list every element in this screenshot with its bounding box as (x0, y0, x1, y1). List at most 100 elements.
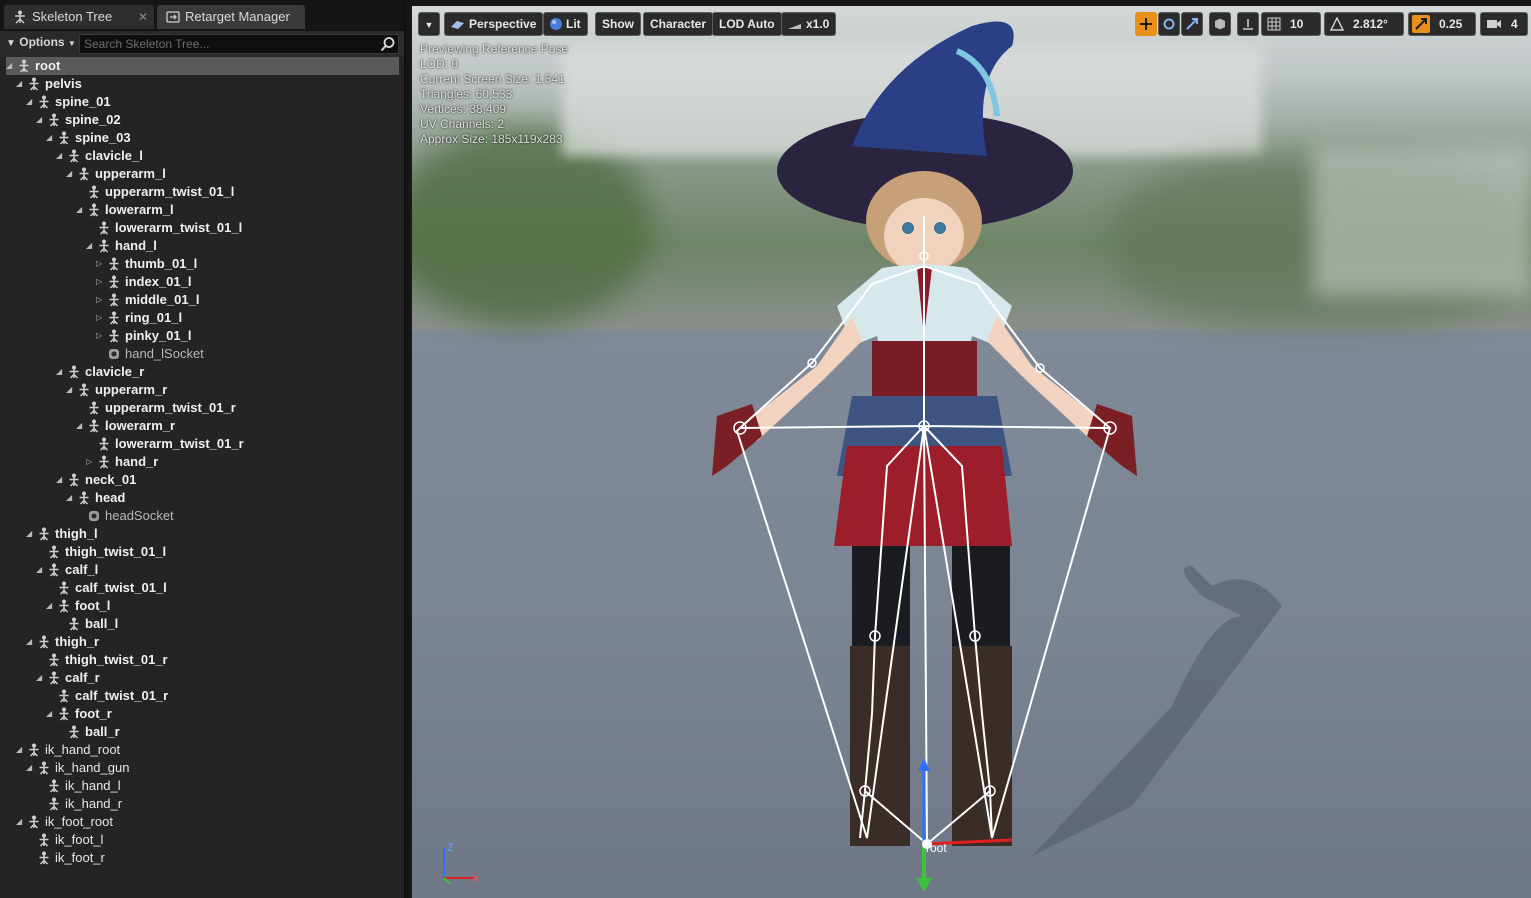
bone-tree-row[interactable]: ball_l (6, 615, 399, 633)
bone-tree-row[interactable]: ball_r (6, 723, 399, 741)
surface-snap-button[interactable] (1237, 12, 1259, 36)
bone-tree-row[interactable]: ▷ thumb_01_l (6, 255, 399, 273)
collapse-arrow-icon[interactable]: ◢ (66, 489, 76, 507)
collapse-arrow-icon[interactable]: ◢ (36, 669, 46, 687)
bone-tree-row[interactable]: ◢ neck_01 (6, 471, 399, 489)
bone-tree-row[interactable]: ◢ ik_hand_gun (6, 759, 399, 777)
scale-mode-button[interactable] (1181, 12, 1203, 36)
collapse-arrow-icon[interactable]: ◢ (26, 759, 36, 777)
bone-tree-row[interactable]: ◢ foot_l (6, 597, 399, 615)
bone-tree-row[interactable]: ◢ calf_r (6, 669, 399, 687)
bone-tree-row[interactable]: ◢ thigh_l (6, 525, 399, 543)
bone-tree-row[interactable]: ▷ index_01_l (6, 273, 399, 291)
bone-icon (87, 419, 101, 433)
collapse-arrow-icon[interactable]: ◢ (26, 633, 36, 651)
rotate-mode-button[interactable] (1158, 12, 1180, 36)
bone-tree-row[interactable]: upperarm_twist_01_l (6, 183, 399, 201)
bone-tree-row[interactable]: lowerarm_twist_01_r (6, 435, 399, 453)
collapse-arrow-icon[interactable]: ◢ (16, 813, 26, 831)
bone-tree-row[interactable]: ◢ thigh_r (6, 633, 399, 651)
rotation-snap-button[interactable]: 2.812° (1324, 12, 1404, 36)
lit-button[interactable]: Lit (543, 12, 588, 36)
grid-snap-button[interactable]: 10 (1261, 12, 1321, 36)
tab-retarget-manager[interactable]: Retarget Manager (157, 5, 305, 29)
bone-tree-row[interactable]: ◢ spine_03 (6, 129, 399, 147)
collapse-arrow-icon[interactable]: ◢ (56, 363, 66, 381)
collapse-arrow-icon[interactable]: ◢ (66, 165, 76, 183)
collapse-arrow-icon[interactable]: ◢ (56, 147, 66, 165)
bone-name-label: index_01_l (125, 274, 192, 289)
close-tab-icon[interactable]: ✕ (138, 5, 148, 29)
bone-tree-row[interactable]: headSocket (6, 507, 399, 525)
bone-tree-row[interactable]: ◢ ik_foot_root (6, 813, 399, 831)
bone-tree-row[interactable]: ◢ ik_hand_root (6, 741, 399, 759)
bone-tree-row[interactable]: ▷ hand_r (6, 453, 399, 471)
scale-snap-button[interactable]: 0.25 (1408, 12, 1476, 36)
character-button[interactable]: Character (643, 12, 714, 36)
collapse-arrow-icon[interactable]: ◢ (16, 75, 26, 93)
collapse-arrow-icon[interactable]: ◢ (56, 471, 66, 489)
collapse-arrow-icon[interactable]: ◢ (46, 705, 56, 723)
collapse-arrow-icon[interactable]: ◢ (76, 417, 86, 435)
expand-arrow-icon[interactable]: ▷ (96, 327, 106, 345)
collapse-arrow-icon[interactable]: ◢ (26, 525, 36, 543)
perspective-label: Perspective (469, 17, 537, 31)
bone-tree-row[interactable]: calf_twist_01_r (6, 687, 399, 705)
bone-tree-row[interactable]: calf_twist_01_l (6, 579, 399, 597)
viewport-menu-button[interactable]: ▼ (418, 12, 440, 36)
expand-arrow-icon[interactable]: ▷ (96, 291, 106, 309)
bone-tree-row[interactable]: ◢ clavicle_l (6, 147, 399, 165)
collapse-arrow-icon[interactable]: ◢ (6, 57, 16, 75)
bone-tree-row[interactable]: ◢ head (6, 489, 399, 507)
bone-tree-row[interactable]: ik_foot_r (6, 849, 399, 867)
bone-tree-row[interactable]: ◢ pelvis (6, 75, 399, 93)
bone-tree-row[interactable]: ◢ lowerarm_l (6, 201, 399, 219)
collapse-arrow-icon[interactable]: ◢ (46, 129, 56, 147)
collapse-arrow-icon[interactable]: ◢ (36, 561, 46, 579)
bone-tree-row[interactable]: lowerarm_twist_01_l (6, 219, 399, 237)
bone-tree-row[interactable]: ▷ ring_01_l (6, 309, 399, 327)
options-button[interactable]: ▼ Options ▼ (6, 35, 76, 49)
bone-tree-row[interactable]: ik_foot_l (6, 831, 399, 849)
bone-tree-row[interactable]: ◢ calf_l (6, 561, 399, 579)
bone-tree-row[interactable]: thigh_twist_01_r (6, 651, 399, 669)
bone-tree-row[interactable]: ◢ spine_02 (6, 111, 399, 129)
search-input[interactable] (80, 35, 374, 53)
bone-tree-row[interactable]: ◢ hand_l (6, 237, 399, 255)
bone-tree-row[interactable]: ◢ lowerarm_r (6, 417, 399, 435)
lod-button[interactable]: LOD Auto (712, 12, 782, 36)
bone-tree-row[interactable]: ◢ spine_01 (6, 93, 399, 111)
bone-tree-row[interactable]: upperarm_twist_01_r (6, 399, 399, 417)
bone-tree-row[interactable]: ◢ upperarm_r (6, 381, 399, 399)
bone-tree-row[interactable]: ◢ foot_r (6, 705, 399, 723)
speed-button[interactable]: x1.0 (781, 12, 837, 36)
collapse-arrow-icon[interactable]: ◢ (36, 111, 46, 129)
search-icon[interactable] (380, 36, 396, 52)
collapse-arrow-icon[interactable]: ◢ (86, 237, 96, 255)
bone-tree-row[interactable]: ▷ pinky_01_l (6, 327, 399, 345)
bone-tree-row[interactable]: hand_lSocket (6, 345, 399, 363)
expand-arrow-icon[interactable]: ▷ (96, 255, 106, 273)
camera-speed-button[interactable]: 4 (1480, 12, 1528, 36)
expand-arrow-icon[interactable]: ▷ (96, 309, 106, 327)
bone-tree-row[interactable]: ◢ root (6, 57, 399, 75)
collapse-arrow-icon[interactable]: ◢ (46, 597, 56, 615)
bone-tree-row[interactable]: ▷ middle_01_l (6, 291, 399, 309)
world-local-button[interactable] (1209, 12, 1231, 36)
bone-tree-row[interactable]: ◢ clavicle_r (6, 363, 399, 381)
show-button[interactable]: Show (595, 12, 641, 36)
translate-mode-button[interactable] (1135, 12, 1157, 36)
expand-arrow-icon[interactable]: ▷ (96, 273, 106, 291)
collapse-arrow-icon[interactable]: ◢ (66, 381, 76, 399)
bone-tree-row[interactable]: ik_hand_r (6, 795, 399, 813)
collapse-arrow-icon[interactable]: ◢ (76, 201, 86, 219)
expand-arrow-icon[interactable]: ▷ (86, 453, 96, 471)
viewport[interactable]: root ▼ Perspective Lit Show Character LO… (410, 6, 1531, 898)
perspective-button[interactable]: Perspective (444, 12, 544, 36)
tab-skeleton-tree[interactable]: Skeleton Tree ✕ (4, 5, 154, 29)
bone-tree-row[interactable]: ik_hand_l (6, 777, 399, 795)
collapse-arrow-icon[interactable]: ◢ (26, 93, 36, 111)
collapse-arrow-icon[interactable]: ◢ (16, 741, 26, 759)
bone-tree-row[interactable]: thigh_twist_01_l (6, 543, 399, 561)
bone-tree-row[interactable]: ◢ upperarm_l (6, 165, 399, 183)
